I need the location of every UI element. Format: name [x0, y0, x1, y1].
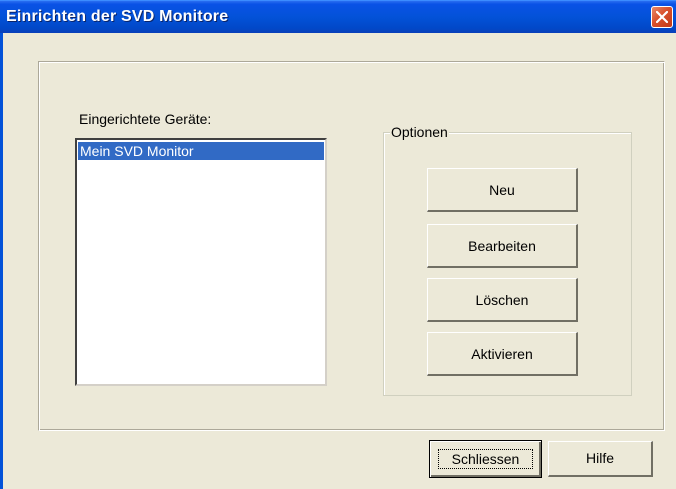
help-button-label: Hilfe [585, 450, 614, 466]
list-item[interactable]: Mein SVD Monitor [78, 142, 324, 160]
close-dialog-button[interactable]: Schliessen [429, 440, 542, 478]
help-button[interactable]: Hilfe [548, 441, 653, 477]
new-button-label: Neu [489, 182, 515, 198]
delete-button[interactable]: Löschen [427, 278, 578, 322]
edit-button-label: Bearbeiten [468, 238, 536, 254]
devices-label: Eingerichtete Geräte: [79, 111, 212, 127]
devices-listbox[interactable]: Mein SVD Monitor [75, 138, 327, 386]
window-title: Einrichten der SVD Monitore [6, 8, 229, 25]
close-dialog-button-label: Schliessen [433, 444, 538, 474]
close-icon [656, 11, 668, 23]
activate-button-label: Aktivieren [471, 346, 533, 362]
new-button[interactable]: Neu [427, 168, 578, 212]
activate-button[interactable]: Aktivieren [427, 332, 578, 376]
delete-button-label: Löschen [475, 292, 529, 308]
close-button[interactable] [651, 6, 673, 28]
title-bar[interactable]: Einrichten der SVD Monitore [0, 0, 676, 33]
options-group-label: Optionen [390, 124, 449, 140]
edit-button[interactable]: Bearbeiten [427, 224, 578, 268]
